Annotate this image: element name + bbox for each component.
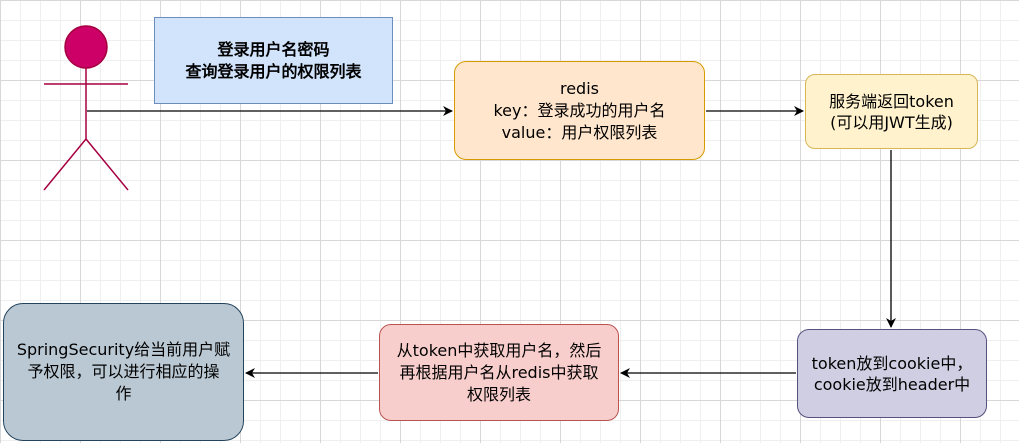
cookie-header-node: token放到cookie中， cookie放到header中	[797, 329, 987, 418]
cookie-header-text: token放到cookie中， cookie放到header中	[811, 353, 973, 394]
token-parse-node: 从token中获取用户名，然后 再根据用户名从redis中获取 权限列表	[379, 324, 619, 421]
actor-left-leg	[43, 138, 87, 191]
actor-icon	[43, 25, 129, 191]
actor-right-leg	[85, 138, 129, 191]
spring-security-node: SpringSecurity给当前用户赋 予权限，可以进行相应的操 作	[3, 303, 244, 441]
server-return-token-node: 服务端返回token (可以用JWT生成)	[805, 74, 978, 149]
login-query-note: 登录用户名密码 查询登录用户的权限列表	[154, 17, 393, 104]
login-query-note-text: 登录用户名密码 查询登录用户的权限列表	[185, 39, 362, 81]
server-return-token-text: 服务端返回token (可以用JWT生成)	[829, 91, 954, 132]
spring-security-text: SpringSecurity给当前用户赋 予权限，可以进行相应的操 作	[16, 340, 231, 403]
redis-storage-text: redis key：登录成功的用户名 value：用户权限列表	[493, 78, 666, 142]
redis-storage-node: redis key：登录成功的用户名 value：用户权限列表	[454, 61, 705, 160]
token-parse-text: 从token中获取用户名，然后 再根据用户名从redis中获取 权限列表	[396, 340, 602, 404]
actor-head	[64, 25, 108, 69]
